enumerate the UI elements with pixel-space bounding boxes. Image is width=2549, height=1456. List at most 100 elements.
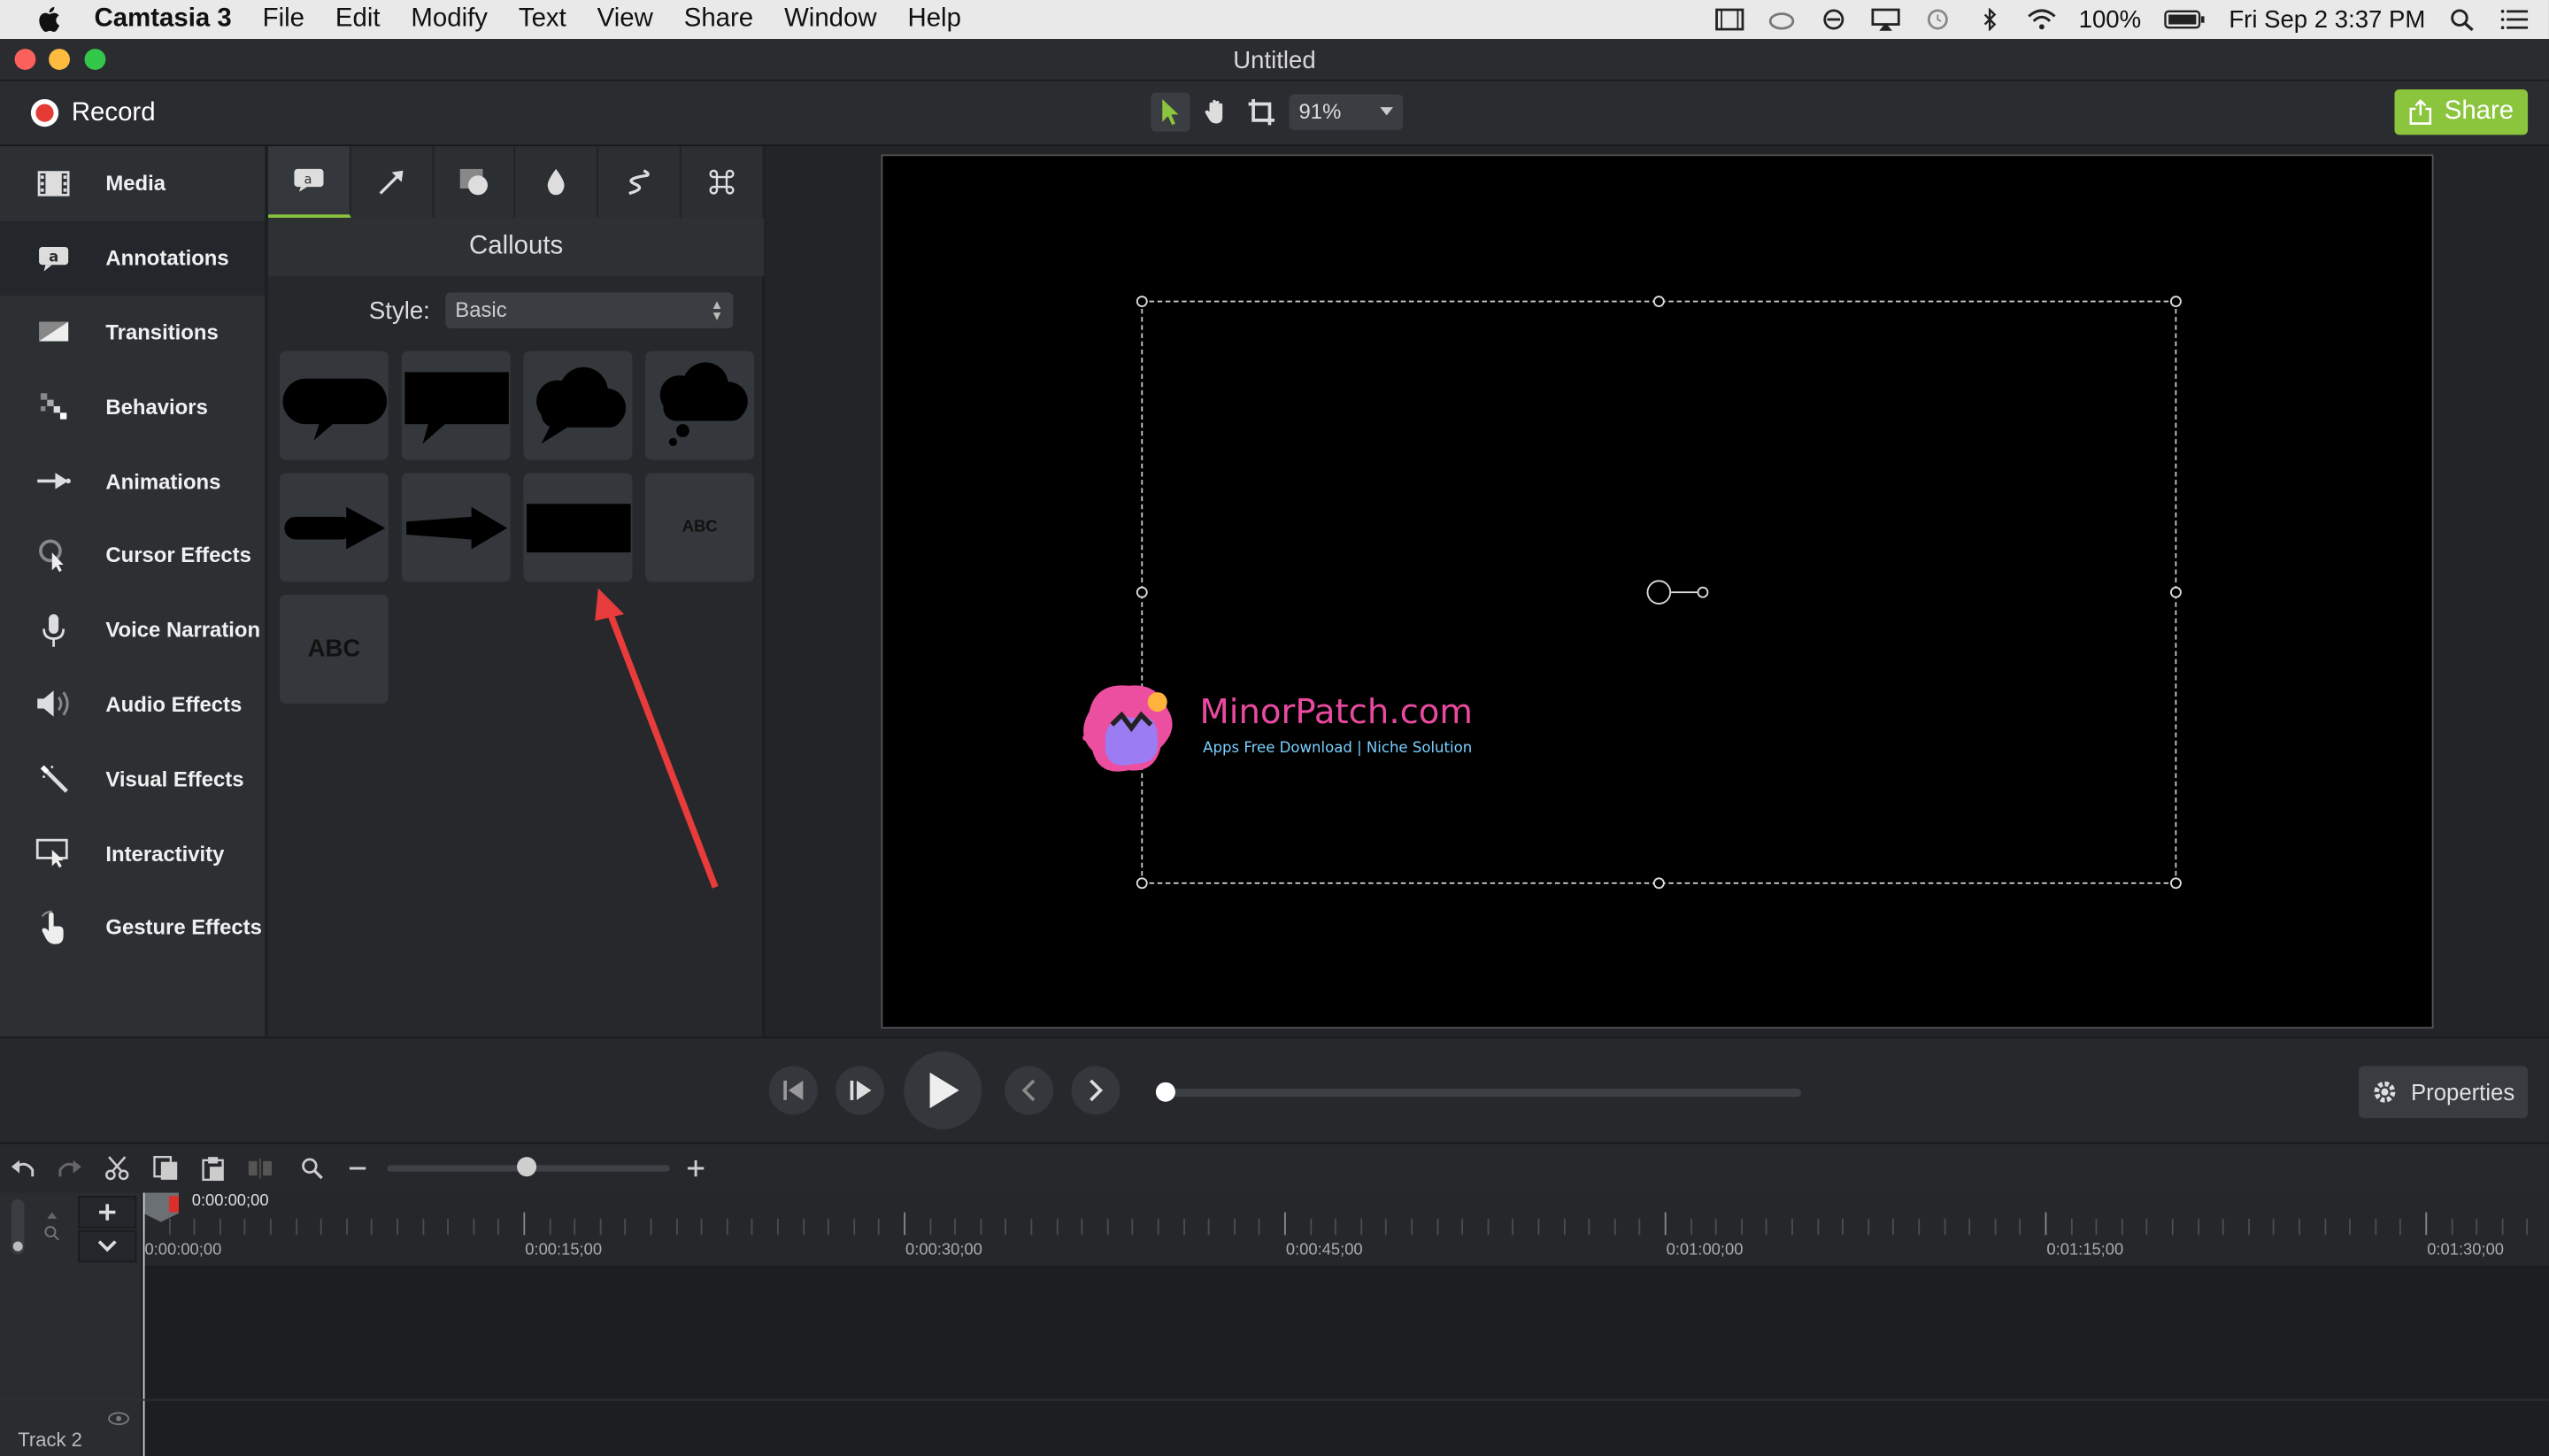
- cut-button[interactable]: [104, 1155, 130, 1181]
- time-machine-icon[interactable]: [1922, 8, 1952, 31]
- battery-icon[interactable]: [2164, 8, 2206, 31]
- callout-thought-cloud-dots[interactable]: [645, 351, 755, 460]
- zoom-dropdown[interactable]: 91%: [1289, 94, 1404, 130]
- sidebar-item-voice-narration[interactable]: Voice Narration: [0, 593, 265, 667]
- style-dropdown[interactable]: Basic ▲ ▼: [445, 292, 734, 328]
- step-forward-button[interactable]: [836, 1066, 885, 1115]
- blur-icon: [548, 168, 566, 196]
- resize-handle-right[interactable]: [2169, 586, 2182, 598]
- tab-keystrokes[interactable]: [681, 146, 765, 219]
- step-back-button[interactable]: [768, 1066, 818, 1115]
- playhead-line[interactable]: [142, 1192, 145, 1456]
- clock[interactable]: Fri Sep 2 3:37 PM: [2229, 5, 2425, 33]
- playback-scrubber-track[interactable]: [1164, 1089, 1802, 1098]
- share-button[interactable]: Share: [2394, 89, 2529, 135]
- wifi-icon[interactable]: [2027, 8, 2056, 31]
- resize-handle-top-left[interactable]: [1136, 296, 1148, 307]
- menu-app-name[interactable]: Camtasia 3: [95, 5, 232, 35]
- creative-cloud-icon[interactable]: [1767, 8, 1796, 31]
- resize-handle-top[interactable]: [1652, 296, 1665, 307]
- expand-tracks-button[interactable]: [78, 1229, 137, 1263]
- playback-scrubber-knob[interactable]: [1155, 1082, 1175, 1102]
- callout-arrow-tapered[interactable]: [401, 473, 511, 582]
- callout-text-small[interactable]: ABC: [645, 473, 755, 582]
- tab-shapes[interactable]: [433, 146, 517, 219]
- speaker-icon: [35, 687, 71, 722]
- pan-tool-button[interactable]: [1197, 93, 1236, 132]
- paste-button[interactable]: [200, 1155, 226, 1182]
- notification-center-icon[interactable]: [2500, 8, 2530, 31]
- resize-handle-top-right[interactable]: [2169, 296, 2182, 307]
- menu-help[interactable]: Help: [907, 5, 960, 35]
- resize-handle-bottom-right[interactable]: [2169, 877, 2182, 890]
- menu-share[interactable]: Share: [684, 5, 753, 35]
- spotlight-search-icon[interactable]: [2448, 8, 2477, 31]
- eye-icon[interactable]: [107, 1411, 130, 1427]
- resize-handle-bottom-left[interactable]: [1136, 877, 1148, 890]
- time-ruler[interactable]: 0:00:00;00 0:00:15;00 0:00:30;00 0:00:45…: [142, 1192, 2549, 1268]
- timeline-zoom-knob[interactable]: [517, 1157, 537, 1177]
- do-not-disturb-icon[interactable]: [1819, 8, 1848, 31]
- zoom-to-fit-button[interactable]: [299, 1155, 325, 1181]
- menu-edit[interactable]: Edit: [335, 5, 381, 35]
- sidebar-item-visual-effects[interactable]: Visual Effects: [0, 742, 265, 816]
- callout-rectangle[interactable]: [523, 473, 633, 582]
- undo-button[interactable]: [10, 1155, 35, 1181]
- hand-icon: [1205, 99, 1223, 124]
- select-tool-button[interactable]: [1151, 92, 1190, 132]
- record-icon[interactable]: [30, 98, 59, 127]
- step-back-icon: [783, 1080, 804, 1100]
- bluetooth-icon[interactable]: [1975, 8, 2004, 31]
- copy-button[interactable]: [153, 1155, 179, 1181]
- previous-marker-button[interactable]: [1005, 1066, 1054, 1115]
- sidebar-item-audio-effects[interactable]: Audio Effects: [0, 667, 265, 742]
- callout-thought-cloud[interactable]: [523, 351, 633, 460]
- callout-text-large[interactable]: ABC: [279, 594, 389, 704]
- tab-sketch-motion[interactable]: [598, 146, 682, 219]
- sidebar-item-gesture-effects[interactable]: Gesture Effects: [0, 890, 265, 965]
- redo-button[interactable]: [57, 1155, 82, 1181]
- sidebar-item-behaviors[interactable]: Behaviors: [0, 369, 265, 443]
- resize-handle-left[interactable]: [1136, 586, 1148, 598]
- sidebar-item-media[interactable]: Media: [0, 146, 265, 220]
- crop-tool-button[interactable]: [1242, 93, 1281, 132]
- film-strip-icon[interactable]: [1714, 8, 1744, 31]
- zoom-in-button[interactable]: [682, 1155, 708, 1181]
- menu-text[interactable]: Text: [519, 5, 566, 35]
- sidebar-item-annotations[interactable]: a Annotations: [0, 220, 266, 296]
- callout-arrow-fat[interactable]: [279, 473, 389, 582]
- callout-speech-box[interactable]: [401, 351, 511, 460]
- menu-modify[interactable]: Modify: [411, 5, 488, 35]
- watermark-blob-icon: [1082, 685, 1173, 772]
- preview-canvas[interactable]: [881, 154, 2434, 1029]
- properties-button[interactable]: Properties: [2359, 1066, 2529, 1119]
- resize-handle-bottom[interactable]: [1652, 877, 1665, 890]
- add-track-button[interactable]: [78, 1196, 137, 1229]
- track-label[interactable]: Track 2: [18, 1429, 82, 1452]
- timeline: Track 2 0:00:00;00 0:00:15;00 0:00:30;00…: [0, 1192, 2549, 1456]
- sidebar-item-transitions[interactable]: Transitions: [0, 295, 265, 369]
- split-button[interactable]: [247, 1155, 273, 1181]
- track-height-knob[interactable]: [12, 1241, 23, 1252]
- chevron-right-icon: [1090, 1079, 1104, 1102]
- play-button[interactable]: [904, 1051, 982, 1129]
- sidebar-item-animations[interactable]: Animations: [0, 444, 265, 519]
- menu-view[interactable]: View: [597, 5, 653, 35]
- apple-icon[interactable]: [35, 5, 65, 35]
- rotation-handle[interactable]: [1697, 586, 1709, 598]
- rotation-pivot[interactable]: [1646, 580, 1672, 605]
- main-toolbar: Record 91% Share: [0, 81, 2549, 147]
- window-title-bar: Untitled: [0, 39, 2549, 81]
- next-marker-button[interactable]: [1071, 1066, 1120, 1115]
- menu-file[interactable]: File: [263, 5, 304, 35]
- zoom-out-button[interactable]: [344, 1155, 370, 1181]
- callout-speech-bubble[interactable]: [279, 351, 389, 460]
- tab-callouts[interactable]: a: [268, 146, 351, 219]
- sidebar-item-interactivity[interactable]: Interactivity: [0, 816, 265, 890]
- tab-blur-highlight[interactable]: [516, 146, 599, 219]
- tab-arrows-lines[interactable]: [350, 146, 434, 219]
- sidebar-item-cursor-effects[interactable]: Cursor Effects: [0, 519, 265, 593]
- airplay-icon[interactable]: [1871, 8, 1900, 31]
- menu-window[interactable]: Window: [784, 5, 877, 35]
- record-button[interactable]: Record: [72, 99, 156, 128]
